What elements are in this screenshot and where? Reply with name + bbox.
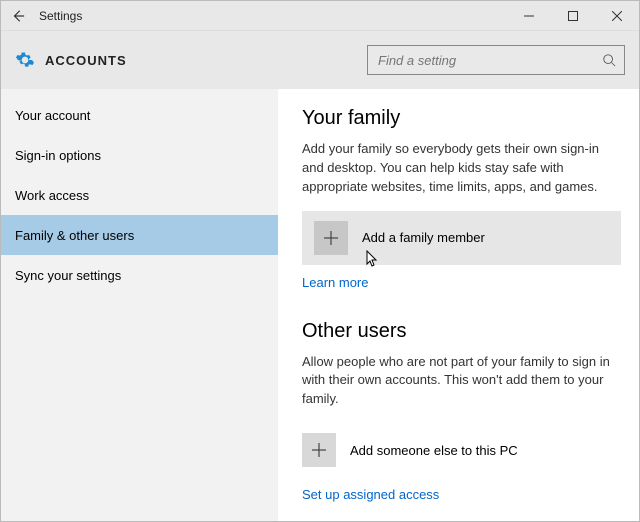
- search-box[interactable]: [367, 45, 625, 75]
- sidebar-item-work-access[interactable]: Work access: [1, 175, 278, 215]
- close-icon: [612, 11, 622, 21]
- other-users-description: Allow people who are not part of your fa…: [302, 353, 621, 410]
- search-icon: [602, 53, 616, 67]
- minimize-icon: [524, 11, 534, 21]
- sidebar-item-label: Family & other users: [15, 228, 134, 243]
- gear-icon: [15, 50, 35, 70]
- plus-icon: [302, 433, 336, 467]
- family-title: Your family: [302, 107, 621, 130]
- sidebar-item-label: Sync your settings: [15, 268, 121, 283]
- back-button[interactable]: [1, 1, 35, 30]
- sidebar-item-label: Your account: [15, 108, 90, 123]
- sidebar-item-your-account[interactable]: Your account: [1, 95, 278, 135]
- add-family-member-label: Add a family member: [362, 230, 485, 245]
- plus-icon: [314, 221, 348, 255]
- add-family-member-text: Add a family member: [362, 230, 485, 245]
- titlebar: Settings: [1, 1, 639, 31]
- sidebar-item-label: Work access: [15, 188, 89, 203]
- window-title: Settings: [39, 9, 82, 23]
- assigned-access-link[interactable]: Set up assigned access: [302, 487, 439, 502]
- add-other-user-label: Add someone else to this PC: [350, 443, 518, 458]
- search-input[interactable]: [378, 53, 602, 68]
- sidebar-item-label: Sign-in options: [15, 148, 101, 163]
- family-description: Add your family so everybody gets their …: [302, 140, 621, 197]
- add-other-user-button[interactable]: Add someone else to this PC: [302, 423, 621, 477]
- sidebar-item-sign-in-options[interactable]: Sign-in options: [1, 135, 278, 175]
- maximize-icon: [568, 11, 578, 21]
- page-title: ACCOUNTS: [45, 53, 127, 68]
- cursor-icon: [366, 250, 380, 268]
- body: Your account Sign-in options Work access…: [1, 89, 639, 521]
- close-button[interactable]: [595, 1, 639, 30]
- minimize-button[interactable]: [507, 1, 551, 30]
- other-users-title: Other users: [302, 320, 621, 343]
- learn-more-link[interactable]: Learn more: [302, 275, 368, 290]
- family-section: Your family Add your family so everybody…: [302, 107, 621, 290]
- sidebar-item-sync-settings[interactable]: Sync your settings: [1, 255, 278, 295]
- add-family-member-button[interactable]: Add a family member: [302, 211, 621, 265]
- content: Your family Add your family so everybody…: [278, 89, 639, 521]
- header: ACCOUNTS: [1, 31, 639, 89]
- sidebar: Your account Sign-in options Work access…: [1, 89, 278, 521]
- settings-window: Settings ACCOUNTS Your account: [0, 0, 640, 522]
- back-arrow-icon: [11, 9, 25, 23]
- sidebar-item-family-other-users[interactable]: Family & other users: [1, 215, 278, 255]
- maximize-button[interactable]: [551, 1, 595, 30]
- other-users-section: Other users Allow people who are not par…: [302, 320, 621, 503]
